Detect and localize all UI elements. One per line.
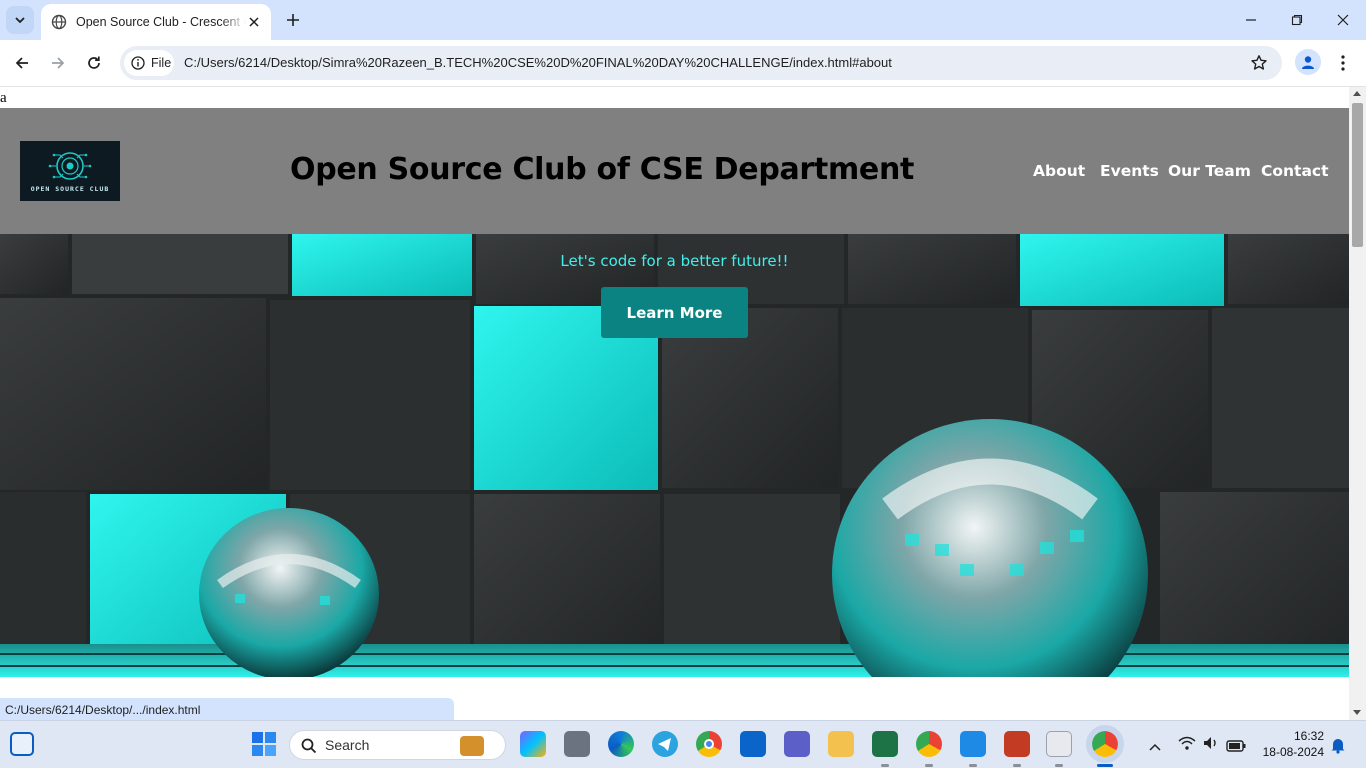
scroll-up-arrow-icon[interactable] <box>1353 91 1361 96</box>
teams-icon[interactable] <box>784 731 810 757</box>
clock-date[interactable]: 18-08-2024 <box>1252 745 1324 759</box>
logo-wordmark: OPEN SOURCE CLUB <box>30 185 110 193</box>
taskbar-search-input[interactable]: Search <box>289 730 506 760</box>
chevron-down-icon <box>15 17 25 24</box>
chrome-active-indicator <box>1097 764 1113 767</box>
search-highlight-icon <box>460 736 484 756</box>
club-logo[interactable]: OPEN SOURCE CLUB <box>20 141 120 201</box>
vscode-icon[interactable] <box>960 731 986 757</box>
nav-about[interactable]: About <box>1033 162 1085 180</box>
telegram-icon[interactable] <box>652 731 678 757</box>
taskbar-search-label: Search <box>325 737 370 753</box>
file-manager-icon[interactable] <box>564 731 590 757</box>
outlook-icon[interactable] <box>740 731 766 757</box>
learn-more-button[interactable]: Learn More <box>601 287 748 338</box>
vscode-running-indicator <box>969 764 977 767</box>
chrome-active-icon[interactable] <box>1086 725 1124 763</box>
hero-section: Let's code for a better future!! Learn M… <box>0 234 1349 677</box>
url-text[interactable]: C:/Users/6214/Desktop/Simra%20Razeen_B.T… <box>184 55 892 70</box>
app-icon[interactable] <box>1004 731 1030 757</box>
stray-text: a <box>0 90 7 106</box>
tab-strip: Open Source Club - Crescent C <box>0 0 1366 40</box>
copilot-icon[interactable] <box>520 731 546 757</box>
chrome-profile-icon[interactable] <box>916 731 942 757</box>
tray-chevron-up-icon[interactable] <box>1148 737 1162 756</box>
edge-browser-icon[interactable] <box>608 731 634 757</box>
forward-icon[interactable] <box>44 49 72 77</box>
globe-icon <box>51 14 67 30</box>
snipping-running-indicator <box>1055 764 1063 767</box>
site-title: Open Source Club of CSE Department <box>290 152 915 187</box>
chrome-icon[interactable] <box>696 731 722 757</box>
search-icon <box>301 738 317 754</box>
folder-icon[interactable] <box>828 731 854 757</box>
tab-search-button[interactable] <box>6 6 34 34</box>
minimize-icon[interactable] <box>1228 0 1274 40</box>
info-icon <box>131 56 145 70</box>
notification-bell-icon[interactable] <box>1330 736 1346 758</box>
nav-events[interactable]: Events <box>1100 162 1159 180</box>
scroll-thumb[interactable] <box>1352 103 1363 247</box>
windows-taskbar: Search 16:32 18-08-2024 <box>0 720 1366 768</box>
wifi-icon[interactable] <box>1178 735 1196 755</box>
close-window-icon[interactable] <box>1320 0 1366 40</box>
page-viewport: a OPEN SOURCE CLUB Open Source Club of C… <box>0 87 1349 720</box>
excel-icon[interactable] <box>872 731 898 757</box>
active-tab[interactable]: Open Source Club - Crescent C <box>41 4 271 40</box>
tab-title: Open Source Club - Crescent C <box>76 15 246 29</box>
hero-tagline: Let's code for a better future!! <box>560 252 789 270</box>
profile-avatar-icon[interactable] <box>1295 49 1321 75</box>
new-tab-icon[interactable] <box>281 8 305 32</box>
scroll-down-arrow-icon[interactable] <box>1353 710 1361 715</box>
chrome-profile-running-indicator <box>925 764 933 767</box>
site-info-chip[interactable]: File <box>124 50 174 76</box>
scheme-label: File <box>151 56 172 70</box>
nav-our-team[interactable]: Our Team <box>1168 162 1251 180</box>
app-running-indicator <box>1013 764 1021 767</box>
close-tab-icon[interactable] <box>245 13 263 31</box>
clock-time[interactable]: 16:32 <box>1280 729 1324 743</box>
start-windows-icon[interactable] <box>251 731 277 757</box>
page-scrollbar[interactable] <box>1349 87 1366 720</box>
volume-icon[interactable] <box>1202 735 1220 755</box>
battery-icon[interactable] <box>1226 737 1246 756</box>
status-bubble: C:/Users/6214/Desktop/.../index.html <box>0 698 454 720</box>
snipping-tool-icon[interactable] <box>1046 731 1072 757</box>
nav-contact[interactable]: Contact <box>1261 162 1329 180</box>
restore-icon[interactable] <box>1274 0 1320 40</box>
address-bar[interactable]: File C:/Users/6214/Desktop/Simra%20Razee… <box>120 46 1282 80</box>
site-header: OPEN SOURCE CLUB Open Source Club of CSE… <box>0 108 1349 234</box>
back-icon[interactable] <box>8 49 36 77</box>
widgets-icon[interactable] <box>10 732 34 756</box>
browser-toolbar: File C:/Users/6214/Desktop/Simra%20Razee… <box>0 40 1366 86</box>
reload-icon[interactable] <box>80 49 108 77</box>
browser-menu-icon[interactable] <box>1333 49 1353 77</box>
excel-running-indicator <box>881 764 889 767</box>
bookmark-star-icon[interactable] <box>1250 54 1268 72</box>
